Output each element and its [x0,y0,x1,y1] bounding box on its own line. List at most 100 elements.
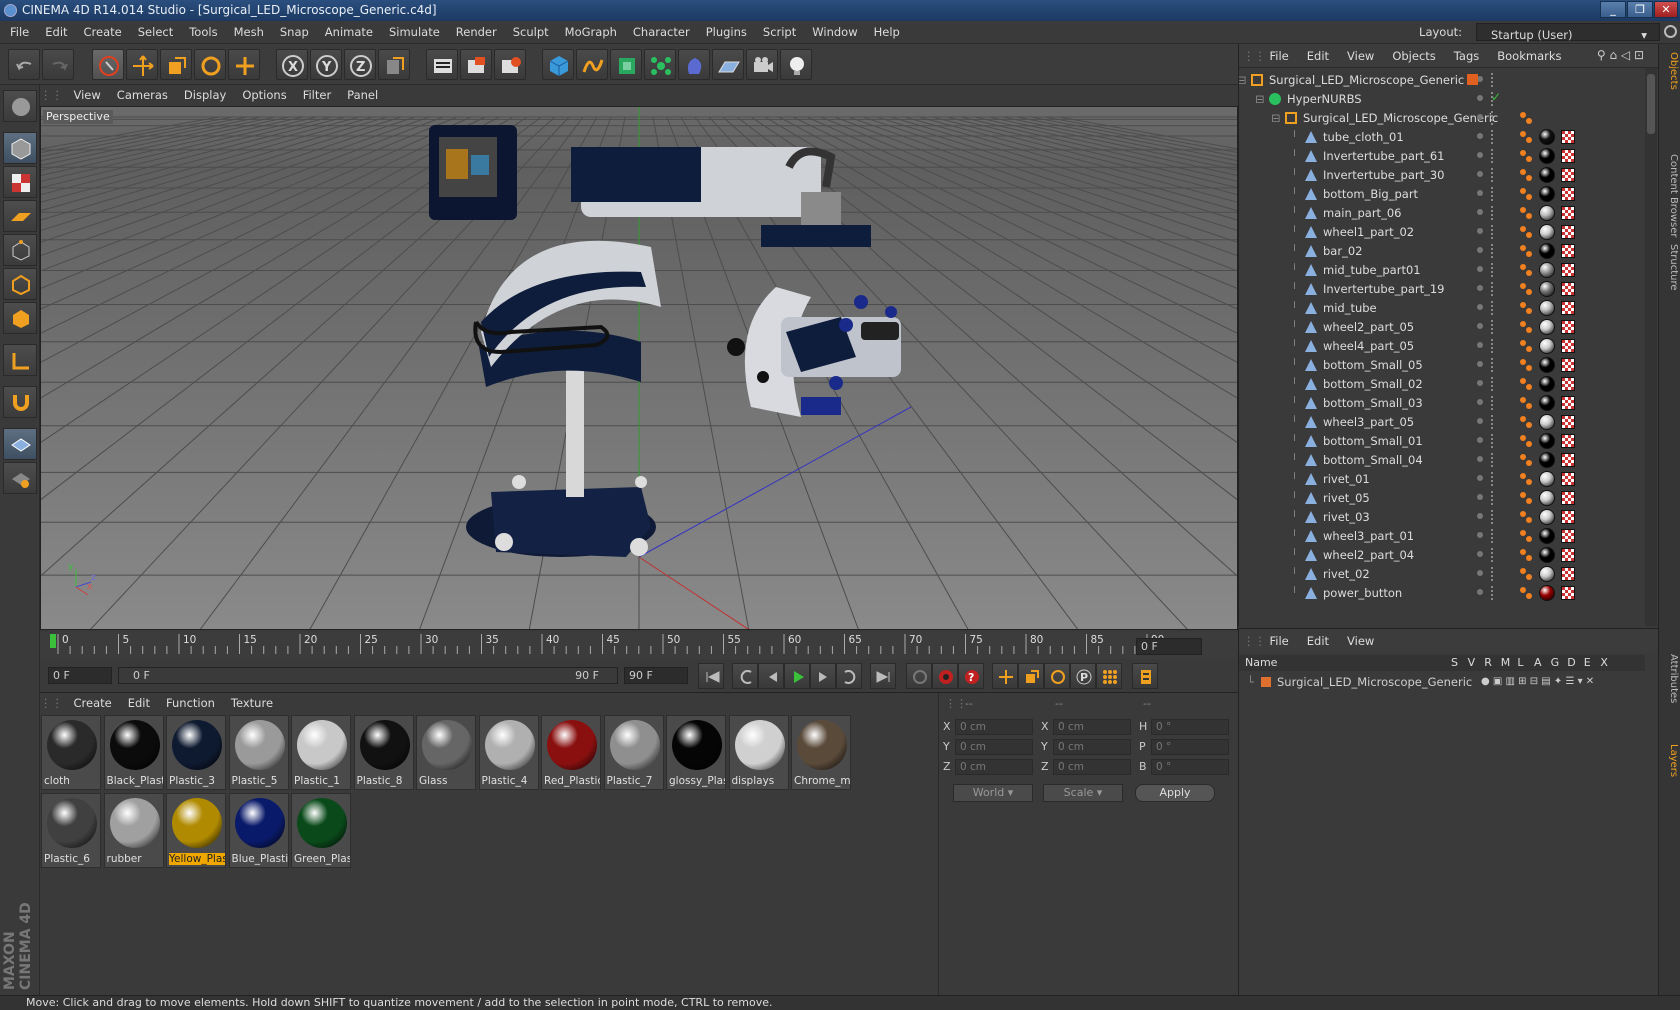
phong-tag-icon[interactable] [1519,149,1533,163]
tree-toggle-icon[interactable]: ╵ [1291,317,1298,337]
object-row[interactable]: ╵ main_part_06 [1239,203,1643,223]
object-row[interactable]: ╵ mid_tube [1239,298,1643,318]
coordinate-system-button[interactable] [378,49,410,80]
render-visibility-icon[interactable] [1491,434,1495,448]
layer-col-x[interactable]: X [1600,655,1608,671]
visibility-dot-icon[interactable] [1477,532,1483,538]
material-tag-icon[interactable] [1539,224,1555,240]
tree-toggle-icon[interactable]: ╵ [1291,545,1298,565]
tree-toggle-icon[interactable]: ╵ [1291,241,1298,261]
menu-sculpt[interactable]: Sculpt [505,21,557,44]
visibility-dot-icon[interactable] [1477,228,1483,234]
visibility-dot-icon[interactable] [1477,494,1483,500]
current-frame-field[interactable]: 0 F [1136,638,1202,655]
uvw-tag-icon[interactable] [1561,244,1575,258]
render-visibility-icon[interactable] [1491,244,1495,258]
material-green-plas[interactable]: Green_Plas [291,793,351,868]
render-visibility-icon[interactable] [1491,377,1495,391]
tree-toggle-icon[interactable]: ╵ [1291,526,1298,546]
uvw-tag-icon[interactable] [1561,130,1575,144]
undo-button[interactable] [8,49,40,80]
material-tag-icon[interactable] [1539,300,1555,316]
render-visibility-icon[interactable] [1491,301,1495,315]
material-plastic-1[interactable]: Plastic_1 [291,715,351,790]
render-view-button[interactable] [426,49,458,80]
uvw-tag-icon[interactable] [1561,415,1575,429]
object-row[interactable]: ╵ bottom_Small_02 [1239,374,1643,394]
render-picture-viewer-button[interactable] [460,49,492,80]
edges-mode-button[interactable] [3,268,37,300]
material-tag-icon[interactable] [1539,357,1555,373]
phong-tag-icon[interactable] [1519,586,1533,600]
visibility-dot-icon[interactable] [1477,285,1483,291]
tree-toggle-icon[interactable]: ⊟ [1239,70,1247,90]
phong-tag-icon[interactable] [1519,377,1533,391]
uvw-tag-icon[interactable] [1561,358,1575,372]
spline-button[interactable] [576,49,608,80]
object-menu-file[interactable]: File [1261,44,1298,68]
phong-tag-icon[interactable] [1519,244,1533,258]
object-row[interactable]: ⊟ Surgical_LED_Microscope_Generic [1239,70,1643,90]
side-tab-objects[interactable]: Objects [1661,52,1679,90]
start-frame-field[interactable]: 0 F [48,667,112,684]
next-frame-button[interactable] [810,663,836,689]
uvw-tag-icon[interactable] [1561,282,1575,296]
object-row[interactable]: ╵ wheel1_part_02 [1239,222,1643,242]
menu-snap[interactable]: Snap [272,21,317,44]
phong-tag-icon[interactable] [1519,168,1533,182]
phong-tag-icon[interactable] [1519,472,1533,486]
tree-toggle-icon[interactable]: ⊟ [1271,108,1281,128]
visibility-dot-icon[interactable] [1477,551,1483,557]
render-visibility-icon[interactable] [1491,529,1495,543]
render-visibility-icon[interactable] [1491,282,1495,296]
material-tag-icon[interactable] [1539,186,1555,202]
uvw-tag-icon[interactable] [1561,472,1575,486]
object-row[interactable]: ╵ wheel2_part_05 [1239,317,1643,337]
coord-size-y-field[interactable]: 0 cm [1053,739,1131,755]
key-rotation-button[interactable] [1044,663,1070,689]
object-row[interactable]: ╵ rivet_05 [1239,488,1643,508]
uvw-tag-icon[interactable] [1561,377,1575,391]
tree-toggle-icon[interactable]: ╵ [1291,469,1298,489]
axis-mode-button[interactable] [3,344,37,376]
render-visibility-icon[interactable] [1491,225,1495,239]
menu-create[interactable]: Create [76,21,130,44]
layer-col-r[interactable]: R [1484,655,1492,671]
viewport-menu-view[interactable]: View [66,85,109,106]
material-tag-icon[interactable] [1539,490,1555,506]
uvw-tag-icon[interactable] [1561,149,1575,163]
visibility-dot-icon[interactable] [1477,361,1483,367]
material-menu-create[interactable]: Create [66,693,120,713]
material-tag-icon[interactable] [1539,566,1555,582]
material-tag-icon[interactable] [1539,585,1555,601]
record-keys-button[interactable] [906,663,932,689]
object-row[interactable]: ╵ wheel2_part_04 [1239,545,1643,565]
visibility-dot-icon[interactable] [1477,323,1483,329]
layer-row[interactable]: └ Surgical_LED_Microscope_Generic ● ▣ ▥ … [1239,673,1645,691]
tree-toggle-icon[interactable]: ╵ [1291,450,1298,470]
object-row[interactable]: ⊟ HyperNURBS [1239,89,1643,109]
material-tag-icon[interactable] [1539,547,1555,563]
render-settings-button[interactable] [494,49,526,80]
phong-tag-icon[interactable] [1519,301,1533,315]
phong-tag-icon[interactable] [1519,282,1533,296]
object-row[interactable]: ╵ mid_tube_part01 [1239,260,1643,280]
layer-col-g[interactable]: G [1551,655,1560,671]
material-plastic-8[interactable]: Plastic_8 [353,715,414,790]
coord-size-z-field[interactable]: 0 cm [1053,759,1131,775]
frame-range-slider[interactable]: 0 F 90 F [118,667,618,684]
visibility-dot-icon[interactable] [1477,475,1483,481]
menu-window[interactable]: Window [804,21,865,44]
material-tag-icon[interactable] [1539,262,1555,278]
visibility-dot-icon[interactable] [1477,95,1483,101]
menu-animate[interactable]: Animate [317,21,381,44]
layer-color-swatch[interactable] [1467,74,1478,85]
tree-toggle-icon[interactable]: ╵ [1291,393,1298,413]
render-visibility-icon[interactable] [1491,73,1495,87]
uvw-tag-icon[interactable] [1561,396,1575,410]
uvw-tag-icon[interactable] [1561,187,1575,201]
menu-edit[interactable]: Edit [37,21,75,44]
object-row[interactable]: ╵ wheel3_part_01 [1239,526,1643,546]
next-key-button[interactable] [836,663,862,689]
material-tag-icon[interactable] [1539,148,1555,164]
